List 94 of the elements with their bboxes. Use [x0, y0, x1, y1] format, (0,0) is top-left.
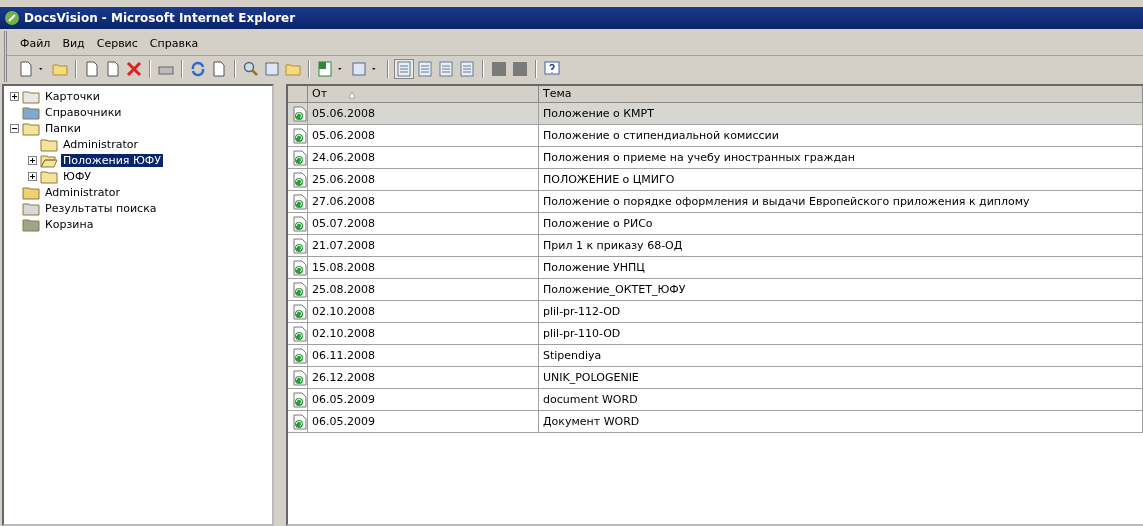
table-cell: Stipendiya	[539, 345, 1143, 366]
table-cell: 06.05.2009	[308, 411, 539, 432]
table-cell: 05.06.2008	[308, 103, 539, 124]
table-row[interactable]: 02.10.2008 plil-pr-110-OD	[288, 323, 1143, 345]
tree-view-icon[interactable]	[395, 60, 413, 78]
tree-item[interactable]: Administrator	[43, 185, 122, 199]
table-cell: 27.06.2008	[308, 191, 539, 212]
document-icon	[292, 237, 307, 254]
table-cell: 24.06.2008	[308, 147, 539, 168]
table-row[interactable]: 02.10.2008 plil-pr-112-OD	[288, 301, 1143, 323]
expander-icon[interactable]	[10, 91, 19, 101]
table-row[interactable]: 26.12.2008 UNIK_POLOGENIE	[288, 367, 1143, 389]
document-icon	[292, 369, 307, 386]
window-title: DocsVision - Microsoft Internet Explorer	[24, 11, 296, 25]
tree-item[interactable]: Карточки	[43, 89, 102, 103]
table-row[interactable]: 06.05.2009 document WORD	[288, 389, 1143, 411]
table-cell: Положение о порядке оформления и выдачи Европейского приложения к диплому	[539, 191, 1143, 212]
expander-icon[interactable]	[28, 155, 37, 165]
document-icon	[292, 215, 307, 232]
table-cell: plil-pr-112-OD	[539, 301, 1143, 322]
menu-item[interactable]: Справка	[146, 36, 202, 50]
table-cell: 15.08.2008	[308, 257, 539, 278]
document-icon	[292, 325, 307, 342]
refresh-icon[interactable]	[189, 60, 207, 78]
new-document-icon[interactable]	[17, 60, 35, 78]
table-cell: Положение о КМРТ	[539, 103, 1143, 124]
list-view-icon[interactable]	[416, 60, 434, 78]
table-cell: 25.08.2008	[308, 279, 539, 300]
table-cell: plil-pr-110-OD	[539, 323, 1143, 344]
table-row[interactable]: 24.06.2008 Положения о приеме на учебу иностранных граждан	[288, 147, 1143, 169]
tree-item[interactable]: Корзина	[43, 217, 96, 231]
tree-item[interactable]: Папки	[43, 121, 83, 135]
table-cell: UNIK_POLOGENIE	[539, 367, 1143, 388]
table-cell: Положение о стипендиальной комиссии	[539, 125, 1143, 146]
delete-icon[interactable]	[125, 60, 143, 78]
table-row[interactable]: 25.06.2008 ПОЛОЖЕНИЕ о ЦМИГО	[288, 169, 1143, 191]
table-row[interactable]: 06.11.2008 Stipendiya	[288, 345, 1143, 367]
document-icon	[292, 149, 307, 166]
folder-icon	[40, 168, 58, 184]
table-cell: 06.05.2009	[308, 389, 539, 410]
tree-item[interactable]: Administrator	[61, 137, 140, 151]
menu-item[interactable]: Вид	[59, 36, 88, 50]
document-icon	[292, 171, 307, 188]
menu-item[interactable]: Файл	[17, 36, 54, 50]
table-row[interactable]: 05.06.2008 Положение о КМРТ	[288, 103, 1143, 125]
export-icon[interactable]	[458, 60, 476, 78]
table-cell: document WORD	[539, 389, 1143, 410]
tree-item[interactable]: Справочники	[43, 105, 124, 119]
table-cell: Положения о приеме на учебу иностранных граждан	[539, 147, 1143, 168]
document-icon	[292, 127, 307, 144]
column-header[interactable]: Тема	[539, 86, 1143, 102]
details-view-icon[interactable]	[437, 60, 455, 78]
table-cell: 05.06.2008	[308, 125, 539, 146]
table-cell: Положение_ОКТЕТ_ЮФУ	[539, 279, 1143, 300]
table-cell: Положение УНПЦ	[539, 257, 1143, 278]
document-icon	[292, 413, 307, 430]
table-row[interactable]: 27.06.2008 Положение о порядке оформления и выдачи Европейского приложения к диплому	[288, 191, 1143, 213]
table-row[interactable]: 05.07.2008 Положение о РИСо	[288, 213, 1143, 235]
document-icon	[292, 105, 307, 122]
table-cell: Документ WORD	[539, 411, 1143, 432]
document-icon	[292, 347, 307, 364]
table-cell: 26.12.2008	[308, 367, 539, 388]
document-icon	[292, 193, 307, 210]
sort-arrow-icon	[348, 91, 356, 99]
table-cell: ПОЛОЖЕНИЕ о ЦМИГО	[539, 169, 1143, 190]
search-icon[interactable]	[242, 60, 260, 78]
table-cell: 25.06.2008	[308, 169, 539, 190]
folder-icon	[40, 136, 58, 152]
table-cell: 21.07.2008	[308, 235, 539, 256]
table-row[interactable]: 06.05.2009 Документ WORD	[288, 411, 1143, 433]
document-icon	[292, 259, 307, 276]
table-cell: 06.11.2008	[308, 345, 539, 366]
table-row[interactable]: 15.08.2008 Положение УНПЦ	[288, 257, 1143, 279]
expander-icon[interactable]	[10, 123, 19, 133]
document-icon	[292, 303, 307, 320]
table-cell: 05.07.2008	[308, 213, 539, 234]
table-row[interactable]: 21.07.2008 Прил 1 к приказу 68-ОД	[288, 235, 1143, 257]
spreadsheet-icon[interactable]	[316, 60, 334, 78]
table-cell: Положение о РИСо	[539, 213, 1143, 234]
document-icon	[292, 391, 307, 408]
table-cell: Прил 1 к приказу 68-ОД	[539, 235, 1143, 256]
table-cell: 02.10.2008	[308, 301, 539, 322]
help-icon[interactable]	[543, 60, 561, 78]
tree-item[interactable]: ЮФУ	[61, 169, 94, 183]
table-cell: 02.10.2008	[308, 323, 539, 344]
tree-item[interactable]: Результаты поиска	[43, 201, 159, 215]
folder-icon	[22, 120, 40, 136]
expander-icon[interactable]	[28, 171, 37, 181]
table-row[interactable]: 05.06.2008 Положение о стипендиальной комиссии	[288, 125, 1143, 147]
tree-item[interactable]: Положения ЮФУ	[61, 153, 163, 167]
document-icon	[292, 281, 307, 298]
open-folder-icon	[40, 152, 58, 168]
menu-item[interactable]: Сервис	[93, 36, 141, 50]
table-row[interactable]: 25.08.2008 Положение_ОКТЕТ_ЮФУ	[288, 279, 1143, 301]
